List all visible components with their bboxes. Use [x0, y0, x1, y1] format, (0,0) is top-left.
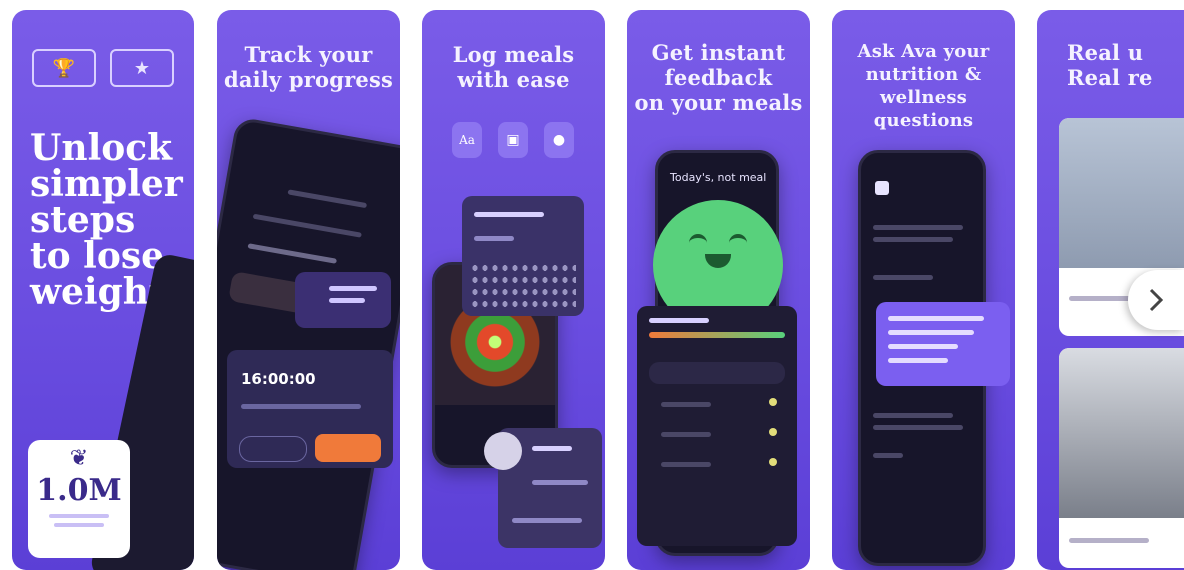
testimonial-card-2 — [1059, 348, 1184, 568]
stat-value: 1.0M — [36, 473, 122, 508]
title-line-3: on your meals — [634, 90, 803, 115]
phone-mockup — [217, 116, 400, 570]
stat-caption-placeholder — [49, 514, 109, 518]
testimonial-photo-1 — [1059, 118, 1184, 268]
title-line-2: nutrition & wellness — [865, 64, 982, 108]
title-line-2: Real re — [1067, 65, 1153, 90]
screenshot-card-ask-ava[interactable]: Ask Ava your nutrition & wellness questi… — [832, 10, 1015, 570]
feedback-sheet — [637, 306, 797, 546]
carousel-next-button[interactable] — [1128, 270, 1184, 330]
stat-caption-placeholder-2 — [54, 523, 104, 527]
headline-line-2: simpler — [30, 163, 183, 205]
card-title: Track your daily progress — [217, 42, 400, 92]
title-line-2: feedback — [664, 65, 773, 90]
award-badge-left: 🏆 — [32, 49, 96, 87]
title-line-2: daily progress — [223, 67, 394, 92]
title-line-1: Real u — [1067, 40, 1144, 65]
prompt-text: Today's, not meal — [670, 171, 767, 184]
title-line-2: with ease — [457, 67, 570, 92]
item-thumbnail — [484, 432, 522, 470]
title-line-1: Log meals — [452, 42, 575, 67]
laurel-icon: ❦ — [69, 446, 89, 471]
screenshot-card-unlock[interactable]: 🏆 ★ Unlock simpler steps to lose weight … — [12, 10, 194, 570]
award-badges: 🏆 ★ — [32, 49, 182, 87]
card-title: Ask Ava your nutrition & wellness questi… — [832, 40, 1015, 132]
entry-card — [462, 196, 584, 316]
card-title: Log meals with ease — [422, 42, 605, 92]
check-icon-2 — [769, 428, 777, 436]
screenshot-card-feedback[interactable]: Get instant feedback on your meals Today… — [627, 10, 810, 570]
ava-avatar — [875, 181, 889, 195]
testimonial-photo-2 — [1059, 348, 1184, 518]
card-title: Get instant feedback on your meals — [627, 40, 810, 115]
log-options: Aa ▣ ● — [452, 122, 574, 158]
secondary-button[interactable] — [239, 436, 307, 462]
score-bar — [649, 332, 785, 338]
headline-line-1: Unlock — [30, 127, 173, 169]
keyboard — [470, 262, 576, 308]
title-line-3: questions — [873, 110, 974, 131]
screenshot-card-track[interactable]: Track your daily progress 16:00:00 — [217, 10, 400, 570]
text-entry-icon[interactable]: Aa — [452, 122, 482, 158]
check-icon-3 — [769, 458, 777, 466]
timer: 16:00:00 — [241, 370, 316, 388]
headline-line-3: steps — [30, 199, 136, 241]
title-line-1: Ask Ava your — [857, 41, 990, 62]
reminder-popup — [295, 272, 391, 328]
primary-button[interactable] — [315, 434, 381, 462]
chat-bubble — [876, 302, 1010, 386]
screenshot-card-log[interactable]: Log meals with ease Aa ▣ ● — [422, 10, 605, 570]
camera-icon[interactable]: ▣ — [498, 122, 528, 158]
award-badge-right: ★ — [110, 49, 174, 87]
stat-badge: ❦ 1.0M — [28, 440, 130, 558]
detected-item-card — [484, 428, 602, 548]
mascot-eye-right — [729, 234, 747, 246]
title-line-1: Get instant — [651, 40, 786, 65]
check-icon-1 — [769, 398, 777, 406]
mascot-mouth — [705, 254, 731, 268]
fasting-card: 16:00:00 — [227, 350, 393, 468]
microphone-icon[interactable]: ● — [544, 122, 574, 158]
card-title: Real u Real re — [1067, 40, 1184, 90]
mascot-eye-left — [689, 234, 707, 246]
chevron-right-icon — [1149, 288, 1164, 312]
title-line-1: Track your — [244, 42, 373, 67]
